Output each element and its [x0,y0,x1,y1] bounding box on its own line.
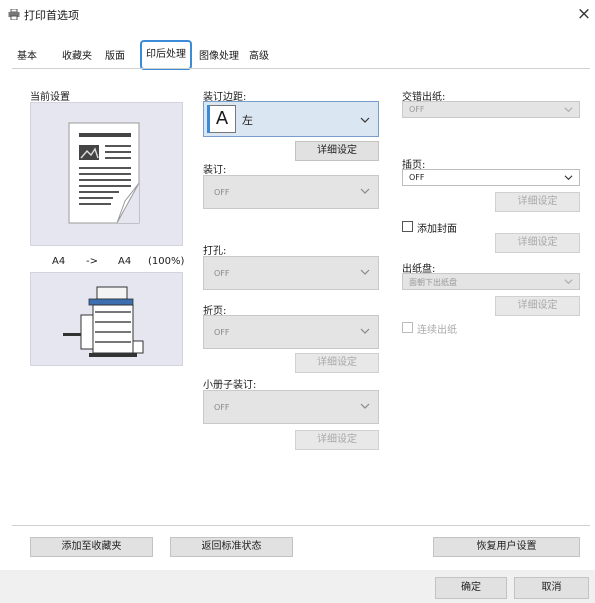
fold-select[interactable]: OFF [203,315,379,349]
staple-label: 装订: [203,165,227,176]
output-tray-detail-button[interactable]: 详细设定 [495,296,580,316]
punch-value: OFF [214,269,230,278]
add-cover-checkbox[interactable] [402,221,413,232]
printer-machine-icon [63,286,144,357]
continuous-output-label: 连续出纸 [417,325,457,336]
continuous-output-checkbox[interactable] [402,322,413,333]
fold-detail-button[interactable]: 详细设定 [295,353,379,373]
binding-margin-select[interactable]: A 左 [203,101,379,137]
output-tray-value: 面朝下出纸盘 [409,278,457,287]
tab-advanced[interactable]: 高级 [246,46,272,68]
insert-page-detail-button[interactable]: 详细设定 [495,192,580,212]
chevron-down-icon [360,188,370,194]
title-bar [0,0,595,30]
chevron-down-icon [564,107,573,113]
insert-page-value: OFF [409,173,425,182]
tab-basic[interactable]: 基本 [14,46,40,68]
punch-select[interactable]: OFF [203,256,379,290]
tab-favorites[interactable]: 收藏夹 [58,46,96,68]
chevron-down-icon [564,279,573,285]
binding-margin-value: 左 [242,114,253,127]
staple-select[interactable]: OFF [203,175,379,209]
paper-arrow: -> [86,256,98,267]
cancel-button[interactable]: 取消 [514,577,589,599]
offset-output-value: OFF [409,105,425,114]
tab-layout[interactable]: 版面 [100,46,130,68]
page-preview [30,102,183,246]
insert-page-select[interactable]: OFF [402,169,580,186]
zoom-level: (100%) [148,256,185,267]
chevron-down-icon [360,403,370,409]
staple-value: OFF [214,188,230,197]
paper-to: A4 [118,256,132,267]
add-to-favorites-button[interactable]: 添加至收藏夹 [30,537,153,557]
binding-detail-button[interactable]: 详细设定 [295,141,379,161]
tab-image[interactable]: 图像处理 [196,46,242,68]
restore-user-settings-button[interactable]: 恢复用户设置 [433,537,580,557]
booklet-value: OFF [214,403,230,412]
printer-icon [8,9,20,20]
offset-output-select[interactable]: OFF [402,101,580,118]
tab-divider [12,68,590,69]
window-title: 打印首选项 [24,9,79,22]
chevron-down-icon [360,117,370,123]
footer-divider [12,525,590,526]
printer-preview [30,272,183,366]
ok-button[interactable]: 确定 [435,577,507,599]
booklet-label: 小册子装订: [203,380,257,391]
current-settings-label: 当前设置 [30,92,70,103]
booklet-select[interactable]: OFF [203,390,379,424]
tab-finishing[interactable]: 印后处理 [140,40,192,70]
binding-edge-marker [207,105,210,133]
paper-from: A4 [52,256,66,267]
close-button[interactable]: × [574,3,594,25]
punch-label: 打孔: [203,246,227,257]
restore-default-button[interactable]: 返回标准状态 [170,537,293,557]
output-tray-select[interactable]: 面朝下出纸盘 [402,273,580,290]
add-cover-label: 添加封面 [417,224,457,235]
fold-value: OFF [214,328,230,337]
add-cover-detail-button[interactable]: 详细设定 [495,233,580,253]
chevron-down-icon [564,175,573,181]
document-preview-icon [68,122,140,224]
binding-a-icon: A [208,105,236,133]
chevron-down-icon [360,269,370,275]
chevron-down-icon [360,328,370,334]
booklet-detail-button[interactable]: 详细设定 [295,430,379,450]
